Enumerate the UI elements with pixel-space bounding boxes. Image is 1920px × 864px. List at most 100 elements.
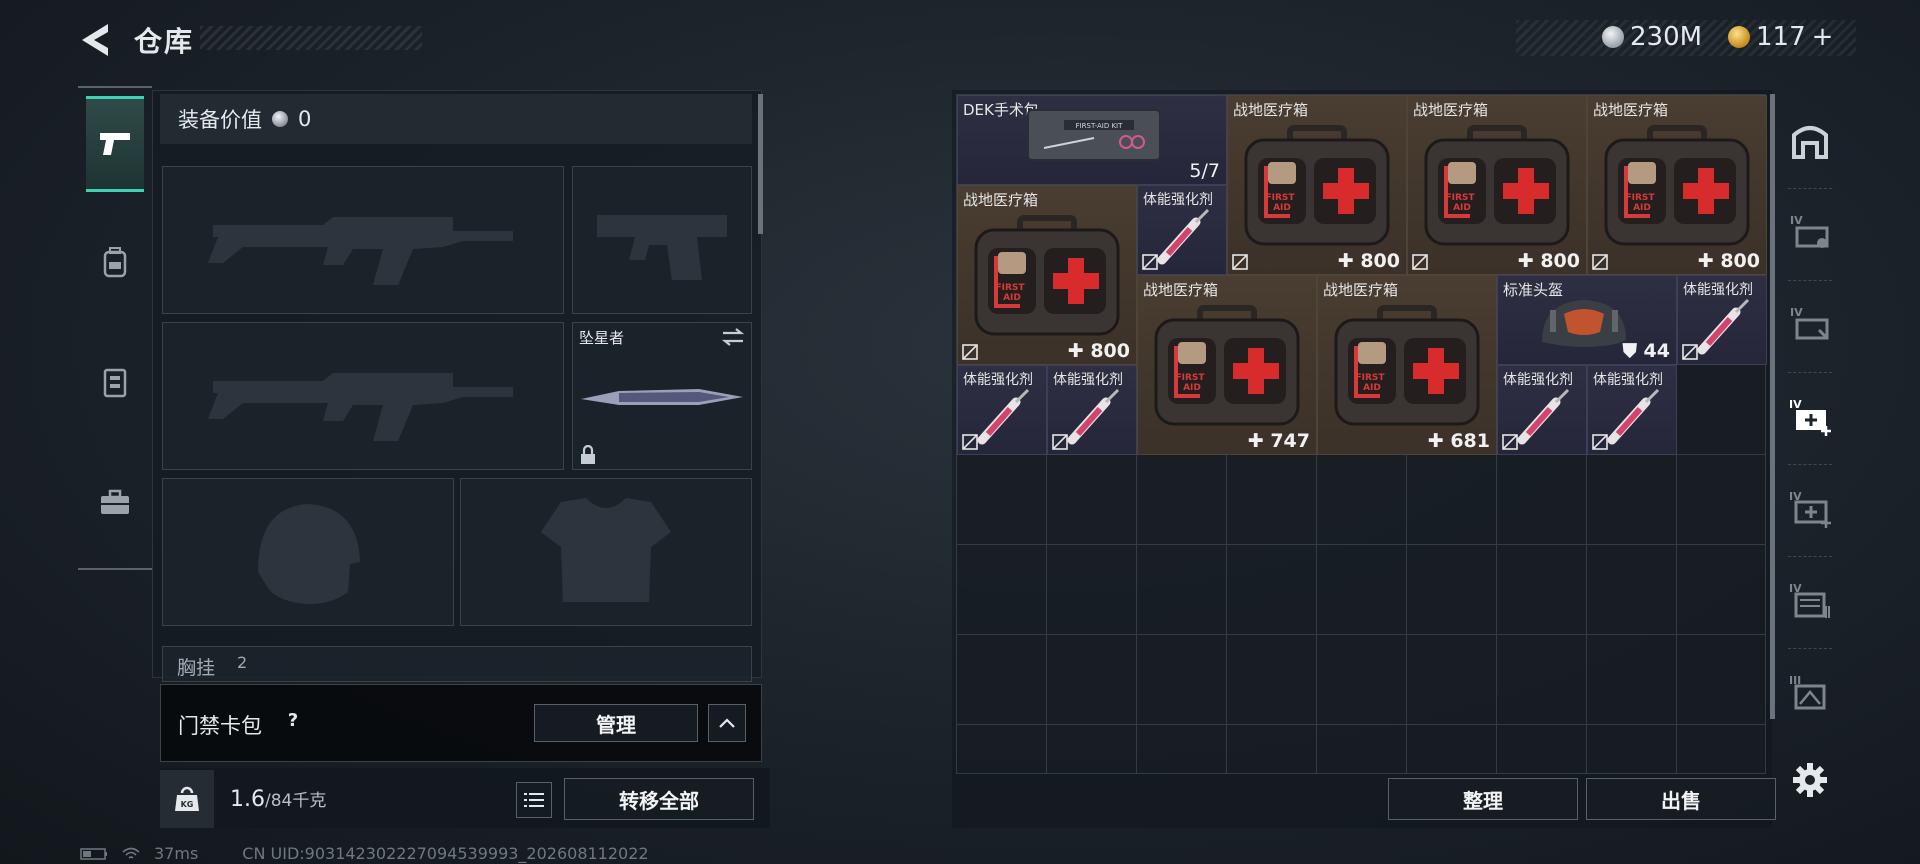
no-repair-icon bbox=[1052, 434, 1068, 450]
medical-iv-icon: IV bbox=[1789, 398, 1831, 436]
item-name: 战地医疗箱 bbox=[1143, 281, 1219, 299]
inventory-item[interactable]: 战地医疗箱 FIRST AID ✚ 800 bbox=[1587, 95, 1767, 275]
inventory-item[interactable]: 战地医疗箱 FIRST AID ✚ 681 bbox=[1317, 275, 1497, 455]
knife-icon bbox=[579, 383, 747, 417]
svg-text:FIRST: FIRST bbox=[1625, 193, 1655, 203]
backpack-icon bbox=[103, 247, 127, 278]
no-repair-icon bbox=[1142, 254, 1158, 270]
page-title: 仓库 bbox=[134, 25, 195, 58]
no-repair-icon bbox=[962, 344, 978, 360]
swap-icon[interactable] bbox=[721, 327, 745, 351]
syringe-icon bbox=[1512, 384, 1576, 452]
no-repair-icon bbox=[1592, 254, 1608, 270]
inventory-item[interactable]: 战地医疗箱 FIRST AID ✚ 747 bbox=[1137, 275, 1317, 455]
transfer-all-button[interactable]: 转移全部 bbox=[564, 778, 754, 820]
item-name: 战地医疗箱 bbox=[1323, 281, 1399, 299]
tab-vest[interactable] bbox=[86, 334, 144, 430]
category-iv-3[interactable]: IV bbox=[1788, 578, 1832, 622]
vest-icon bbox=[103, 368, 127, 398]
silver-coin-icon bbox=[272, 111, 288, 127]
category-medical-iv[interactable]: IV bbox=[1788, 394, 1832, 438]
medical-iv-2-icon: IV bbox=[1789, 490, 1831, 528]
melee-slot[interactable]: 坠星者 bbox=[572, 322, 752, 470]
tab-weapons[interactable] bbox=[86, 96, 144, 192]
item-durability: ⛊ 44 bbox=[1622, 340, 1670, 362]
first-aid-box-icon: FIRST AID bbox=[1240, 122, 1394, 254]
weight-icon: KG bbox=[160, 770, 214, 828]
help-icon[interactable]: ? bbox=[280, 708, 306, 734]
svg-text:FIRST: FIRST bbox=[1265, 193, 1295, 203]
melee-name: 坠星者 bbox=[579, 329, 625, 347]
armor-silhouette-icon bbox=[541, 498, 671, 602]
inventory-item[interactable]: 体能强化剂 bbox=[1047, 365, 1137, 455]
no-repair-icon bbox=[1412, 254, 1428, 270]
syringe-icon bbox=[1152, 204, 1216, 272]
equipment-value: 0 bbox=[298, 107, 312, 131]
category-iii[interactable]: III bbox=[1788, 670, 1832, 714]
body-armor-slot[interactable] bbox=[460, 478, 752, 626]
category-armory[interactable] bbox=[1788, 118, 1832, 162]
inventory-item[interactable]: 体能强化剂 bbox=[1587, 365, 1677, 455]
sort-button[interactable]: 整理 bbox=[1388, 778, 1578, 820]
tab-toolbox[interactable] bbox=[86, 454, 144, 550]
inventory-item[interactable]: DEK手术包 FIRST-AID KIT 5/7 bbox=[957, 95, 1227, 185]
category-iv-2[interactable]: IV bbox=[1788, 302, 1832, 346]
category-strip: IV IV IV IV IV III bbox=[1780, 98, 1840, 818]
sell-button[interactable]: 出售 bbox=[1586, 778, 1776, 820]
manage-button[interactable]: 管理 bbox=[534, 704, 698, 742]
primary-weapon-slot[interactable] bbox=[162, 166, 564, 314]
inventory-item[interactable]: 标准头盔 ⛊ 44 bbox=[1497, 275, 1677, 365]
chest-rig-label: 胸挂 bbox=[177, 657, 216, 679]
title-decoration bbox=[200, 26, 422, 50]
surgery-kit-icon: FIRST-AID KIT bbox=[1024, 102, 1164, 168]
inventory-item[interactable]: 体能强化剂 bbox=[1497, 365, 1587, 455]
svg-text:AID: AID bbox=[1453, 203, 1471, 213]
first-aid-box-icon: FIRST AID bbox=[1600, 122, 1754, 254]
no-repair-icon bbox=[1682, 344, 1698, 360]
item-durability: 5/7 bbox=[1189, 160, 1220, 182]
equipment-scrollbar[interactable] bbox=[758, 94, 763, 234]
silver-coin-icon bbox=[1602, 26, 1624, 48]
collapse-button[interactable] bbox=[708, 704, 746, 742]
category-iv-1[interactable]: IV bbox=[1788, 210, 1832, 254]
item-name: 战地医疗箱 bbox=[1233, 101, 1309, 119]
inventory-item[interactable]: 体能强化剂 bbox=[1137, 185, 1227, 275]
list-icon bbox=[524, 793, 544, 807]
inventory-item[interactable]: 体能强化剂 bbox=[957, 365, 1047, 455]
no-repair-icon bbox=[1502, 434, 1518, 450]
gold-amount: 117 bbox=[1756, 22, 1806, 52]
no-repair-icon bbox=[1232, 254, 1248, 270]
uid-text: CN UID:903142302227094539993_20260811202… bbox=[242, 844, 649, 863]
settings-button[interactable] bbox=[1788, 758, 1832, 802]
inventory-scrollbar[interactable] bbox=[1770, 94, 1775, 719]
heal-cross-icon: ✚ bbox=[1067, 340, 1091, 362]
category-iv-2-icon: IV bbox=[1790, 306, 1829, 340]
armory-icon bbox=[1792, 126, 1828, 159]
chevron-up-icon bbox=[719, 718, 735, 728]
inventory-grid: DEK手术包 FIRST-AID KIT 5/7 战地医疗箱 FIRST AID… bbox=[956, 94, 1767, 774]
svg-text:AID: AID bbox=[1183, 383, 1201, 393]
gold-currency[interactable]: 117 + bbox=[1728, 22, 1833, 52]
tab-backpack[interactable] bbox=[86, 214, 144, 310]
category-iii-icon: III bbox=[1789, 674, 1826, 710]
battery-icon bbox=[80, 847, 107, 860]
rifle-silhouette-icon bbox=[208, 217, 513, 285]
inventory-item[interactable]: 战地医疗箱 FIRST AID ✚ 800 bbox=[1407, 95, 1587, 275]
category-medical-iv-2[interactable]: IV bbox=[1788, 486, 1832, 530]
svg-text:AID: AID bbox=[1633, 203, 1651, 213]
helmet-slot[interactable] bbox=[162, 478, 454, 626]
syringe-icon bbox=[1692, 294, 1756, 362]
ping-value: 37ms bbox=[154, 844, 199, 863]
inventory-item[interactable]: 战地医疗箱 FIRST AID ✚ 800 bbox=[1227, 95, 1407, 275]
inventory-item[interactable]: 战地医疗箱 FIRST AID ✚ 800 bbox=[957, 185, 1137, 365]
chest-rig-slot[interactable]: 胸挂 2 bbox=[162, 646, 752, 682]
heal-cross-icon: ✚ bbox=[1337, 250, 1361, 272]
back-button[interactable] bbox=[78, 20, 114, 60]
toolbox-icon bbox=[101, 489, 129, 514]
secondary-weapon-slot[interactable] bbox=[162, 322, 564, 470]
list-view-button[interactable] bbox=[516, 782, 552, 818]
sidearm-slot[interactable] bbox=[572, 166, 752, 314]
inventory-item[interactable]: 体能强化剂 bbox=[1677, 275, 1767, 365]
svg-text:FIRST: FIRST bbox=[1355, 373, 1385, 383]
add-gold-icon[interactable]: + bbox=[1812, 22, 1834, 52]
